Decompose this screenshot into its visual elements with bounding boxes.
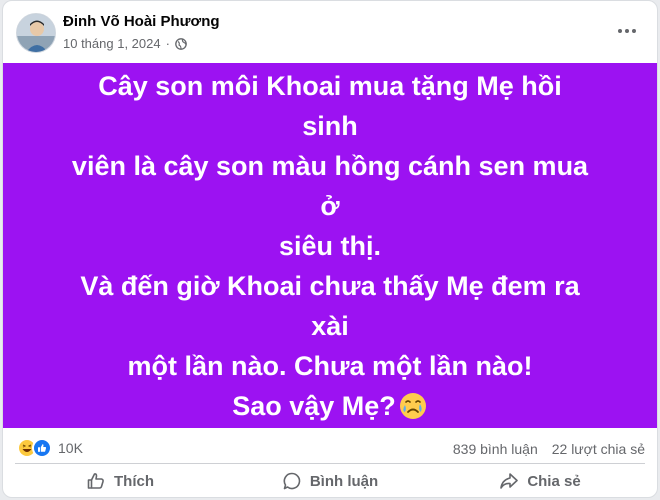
- post-card: Đinh Võ Hoài Phương 10 tháng 1, 2024 · C…: [2, 0, 658, 498]
- avatar[interactable]: [16, 13, 56, 53]
- comment-button[interactable]: Bình luận: [225, 464, 435, 497]
- post-text-line: Sao vậy Mẹ?: [232, 390, 396, 421]
- author-name[interactable]: Đinh Võ Hoài Phương: [63, 13, 220, 30]
- post-header: Đinh Võ Hoài Phương 10 tháng 1, 2024 ·: [3, 1, 657, 63]
- more-options-icon[interactable]: [613, 19, 641, 43]
- post-text-line: viên là cây son màu hồng cánh sen mua ở: [71, 150, 589, 221]
- share-label: Chia sẻ: [527, 472, 581, 490]
- reaction-count: 10K: [58, 440, 83, 456]
- reactions-summary[interactable]: 10K: [17, 438, 83, 458]
- stats-counts: 839 bình luận 22 lượt chia sẻ: [453, 441, 645, 457]
- globe-icon: [175, 37, 187, 50]
- post-text-line: Cây son môi Khoai mua tặng Mẹ hồi sinh: [98, 70, 562, 141]
- share-count-link[interactable]: 22 lượt chia sẻ: [552, 441, 645, 457]
- comment-icon: [283, 472, 301, 490]
- thumbs-up-icon: [87, 473, 104, 489]
- post-content-background: Cây son môi Khoai mua tặng Mẹ hồi sinh v…: [3, 63, 657, 428]
- meta-separator: ·: [165, 36, 170, 51]
- like-button[interactable]: Thích: [15, 464, 225, 497]
- post-text: Cây son môi Khoai mua tặng Mẹ hồi sinh v…: [70, 66, 590, 426]
- post-text-line: Và đến giờ Khoai chưa thấy Mẹ đem ra xài: [80, 270, 580, 341]
- share-icon: [500, 473, 519, 489]
- crying-face-emoji-icon: [398, 391, 428, 421]
- avatar-image: [17, 14, 55, 52]
- post-text-line: một lần nào. Chưa một lần nào!: [127, 350, 533, 381]
- like-reaction-icon: [32, 438, 52, 458]
- share-button[interactable]: Chia sẻ: [435, 464, 645, 497]
- post-date[interactable]: 10 tháng 1, 2024: [63, 36, 161, 51]
- like-label: Thích: [114, 472, 154, 490]
- engagement-stats: 10K 839 bình luận 22 lượt chia sẻ: [3, 433, 657, 463]
- post-meta: 10 tháng 1, 2024 ·: [63, 36, 187, 51]
- post-text-last-line: Sao vậy Mẹ?: [70, 386, 590, 426]
- comment-count-link[interactable]: 839 bình luận: [453, 441, 538, 457]
- post-actions: Thích Bình luận Chia sẻ: [15, 464, 645, 497]
- post-text-line: siêu thị.: [278, 230, 381, 261]
- comment-label: Bình luận: [309, 472, 379, 490]
